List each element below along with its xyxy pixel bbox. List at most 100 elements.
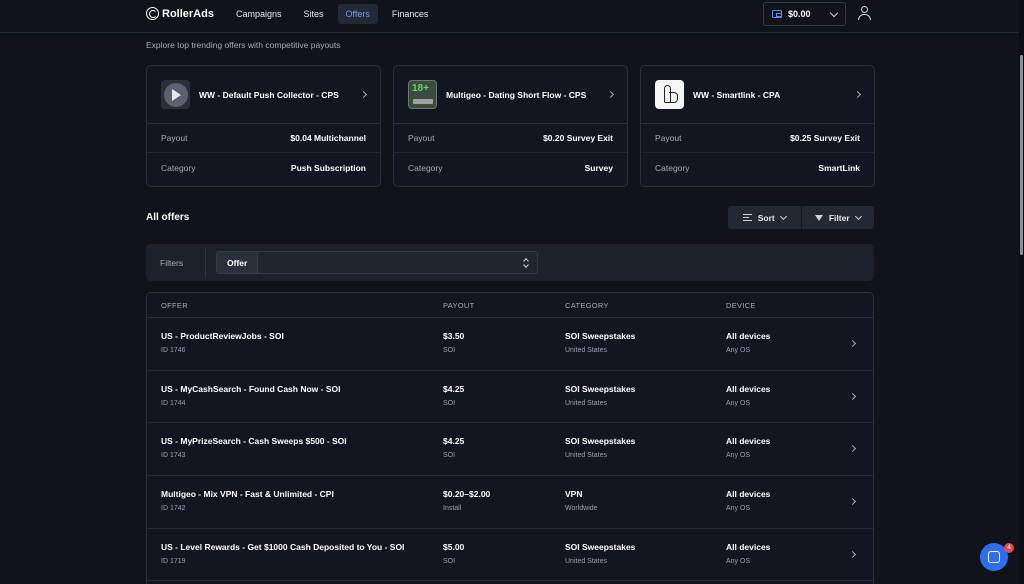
offer-card-title: WW - Default Push Collector - CPS	[199, 89, 339, 100]
nav-sites[interactable]: Sites	[296, 4, 332, 24]
sort-button[interactable]: Sort	[728, 206, 801, 229]
offer-category: SOI Sweepstakes	[565, 541, 636, 552]
filter-label: Filter	[828, 212, 850, 223]
pointer-hand-icon	[655, 80, 684, 109]
column-header-offer: OFFER	[161, 300, 188, 310]
table-header: OFFER PAYOUT CATEGORY DEVICE	[147, 293, 873, 318]
offer-category: VPN	[565, 489, 583, 500]
offer-device: All devices	[726, 489, 771, 500]
chevron-right-icon[interactable]	[606, 90, 615, 99]
balance-amount: $0.00	[788, 9, 811, 19]
offer-os: Any OS	[726, 557, 751, 565]
balance-dropdown[interactable]: $0.00	[763, 2, 846, 26]
column-header-category: CATEGORY	[565, 300, 609, 310]
offer-device: All devices	[726, 541, 771, 552]
payout-amount: $3.50	[443, 331, 465, 341]
chevron-right-icon[interactable]	[848, 445, 857, 453]
table-row[interactable]: Multigeo - Mix VPN - Fast & Unlimited - …	[147, 476, 873, 529]
payout-type: SOI	[443, 452, 456, 460]
page-subtitle: Explore top trending offers with competi…	[146, 40, 341, 50]
chevron-right-icon[interactable]	[848, 550, 857, 558]
column-header-payout: PAYOUT	[443, 300, 475, 310]
payout-type: SOI	[443, 557, 456, 565]
chevron-down-icon	[779, 212, 787, 220]
payout-amount: $4.25	[443, 383, 465, 394]
offer-device: All devices	[726, 436, 771, 447]
top-offer-card[interactable]: 18+ Multigeo - Dating Short Flow - CPS P…	[393, 65, 628, 187]
chevron-down-icon	[829, 8, 839, 17]
category-value: Survey	[584, 162, 613, 173]
table-row[interactable]: US - ProductReviewJobs - SOI ID 1746 $3.5…	[147, 318, 873, 371]
scrollbar-thumb[interactable]	[1020, 55, 1023, 255]
sort-icon	[742, 214, 752, 221]
offer-geo: Worldwide	[565, 505, 598, 513]
category-label: Category	[408, 162, 443, 173]
filter-button[interactable]: Filter	[800, 206, 875, 229]
offer-name: US - Level Rewards - Get $1000 Cash Depo…	[161, 541, 405, 552]
chevron-right-icon[interactable]	[853, 90, 862, 99]
payout-type: SOI	[443, 399, 456, 407]
chevron-right-icon[interactable]	[848, 392, 857, 400]
payout-amount: $0.20–$2.00	[443, 489, 491, 500]
payout-value: $0.04 Multichannel	[290, 133, 366, 143]
chevron-down-icon	[854, 212, 862, 220]
offer-category: SOI Sweepstakes	[565, 436, 636, 447]
user-profile-icon[interactable]	[858, 6, 871, 20]
column-header-device: DEVICE	[726, 300, 756, 310]
select-arrows-icon	[524, 258, 529, 268]
nav-offers[interactable]: Offers	[337, 4, 378, 24]
table-row[interactable]: US - MyPrizeSearch - Cash Sweeps $500 - …	[147, 423, 873, 477]
chevron-right-icon[interactable]	[848, 498, 857, 506]
rollerads-logo[interactable]: RollerAds	[146, 7, 214, 20]
chevron-right-icon[interactable]	[848, 339, 857, 348]
payout-label: Payout	[161, 133, 188, 143]
wallet-icon	[772, 10, 782, 18]
main-nav: Campaigns Sites Offers Finances	[228, 4, 436, 24]
sort-filter-group: Sort Filter	[728, 206, 874, 229]
offer-category: SOI Sweepstakes	[565, 331, 636, 341]
offer-id: ID 1742	[161, 505, 186, 513]
table-row[interactable]: US - MyCashSearch - Found Cash Now - SOI…	[147, 371, 873, 424]
chat-icon	[988, 551, 1000, 563]
offer-geo: United States	[565, 557, 608, 565]
chevron-right-icon[interactable]	[359, 90, 368, 99]
payout-label: Payout	[655, 133, 682, 143]
category-value: SmartLink	[818, 162, 860, 173]
sort-label: Sort	[757, 212, 775, 223]
top-offer-card[interactable]: WW - Smartlink - CPA Payout $0.25 Survey …	[640, 65, 875, 187]
offer-name: US - MyPrizeSearch - Cash Sweeps $500 - …	[161, 436, 347, 447]
offer-os: Any OS	[726, 505, 751, 513]
thumb-text: 18+	[412, 83, 429, 94]
category-label: Category	[655, 162, 690, 173]
category-label: Category	[161, 162, 196, 173]
nav-finances[interactable]: Finances	[384, 4, 437, 24]
offer-os: Any OS	[726, 399, 751, 407]
top-offer-card[interactable]: WW - Default Push Collector - CPS Payout…	[146, 65, 381, 187]
nav-campaigns[interactable]: Campaigns	[228, 4, 290, 24]
offer-device: All devices	[726, 331, 771, 341]
filter-funnel-icon	[814, 214, 823, 221]
play-icon	[161, 80, 190, 109]
top-navigation-bar: RollerAds Campaigns Sites Offers Finance…	[0, 0, 1020, 33]
offer-name: US - MyCashSearch - Found Cash Now - SOI	[161, 383, 341, 394]
filters-label: Filters	[160, 257, 184, 268]
payout-amount: $4.25	[443, 436, 465, 447]
brand-name: RollerAds	[162, 7, 214, 20]
offer-geo: United States	[565, 399, 608, 407]
offer-id: ID 1719	[161, 557, 186, 565]
offer-id: ID 1746	[161, 347, 186, 354]
offers-table: OFFER PAYOUT CATEGORY DEVICE US - Produc…	[146, 292, 874, 584]
offer-geo: United States	[565, 452, 608, 460]
payout-value: $0.20 Survey Exit	[543, 133, 613, 143]
page-scrollbar[interactable]	[1019, 0, 1024, 584]
chat-notification-badge: 4	[1004, 543, 1014, 553]
payout-type: Install	[443, 505, 462, 513]
offer-card-title: WW - Smartlink - CPA	[693, 89, 781, 100]
filters-bar: Filters Offer	[146, 244, 874, 281]
divider	[205, 247, 206, 278]
offer-device: All devices	[726, 383, 771, 394]
table-row[interactable]: US - Level Rewards - Get $1000 Cash Depo…	[147, 529, 873, 582]
payout-amount: $5.00	[443, 541, 465, 552]
offer-filter-select[interactable]: Offer	[216, 251, 538, 274]
offer-id: ID 1743	[161, 452, 186, 460]
